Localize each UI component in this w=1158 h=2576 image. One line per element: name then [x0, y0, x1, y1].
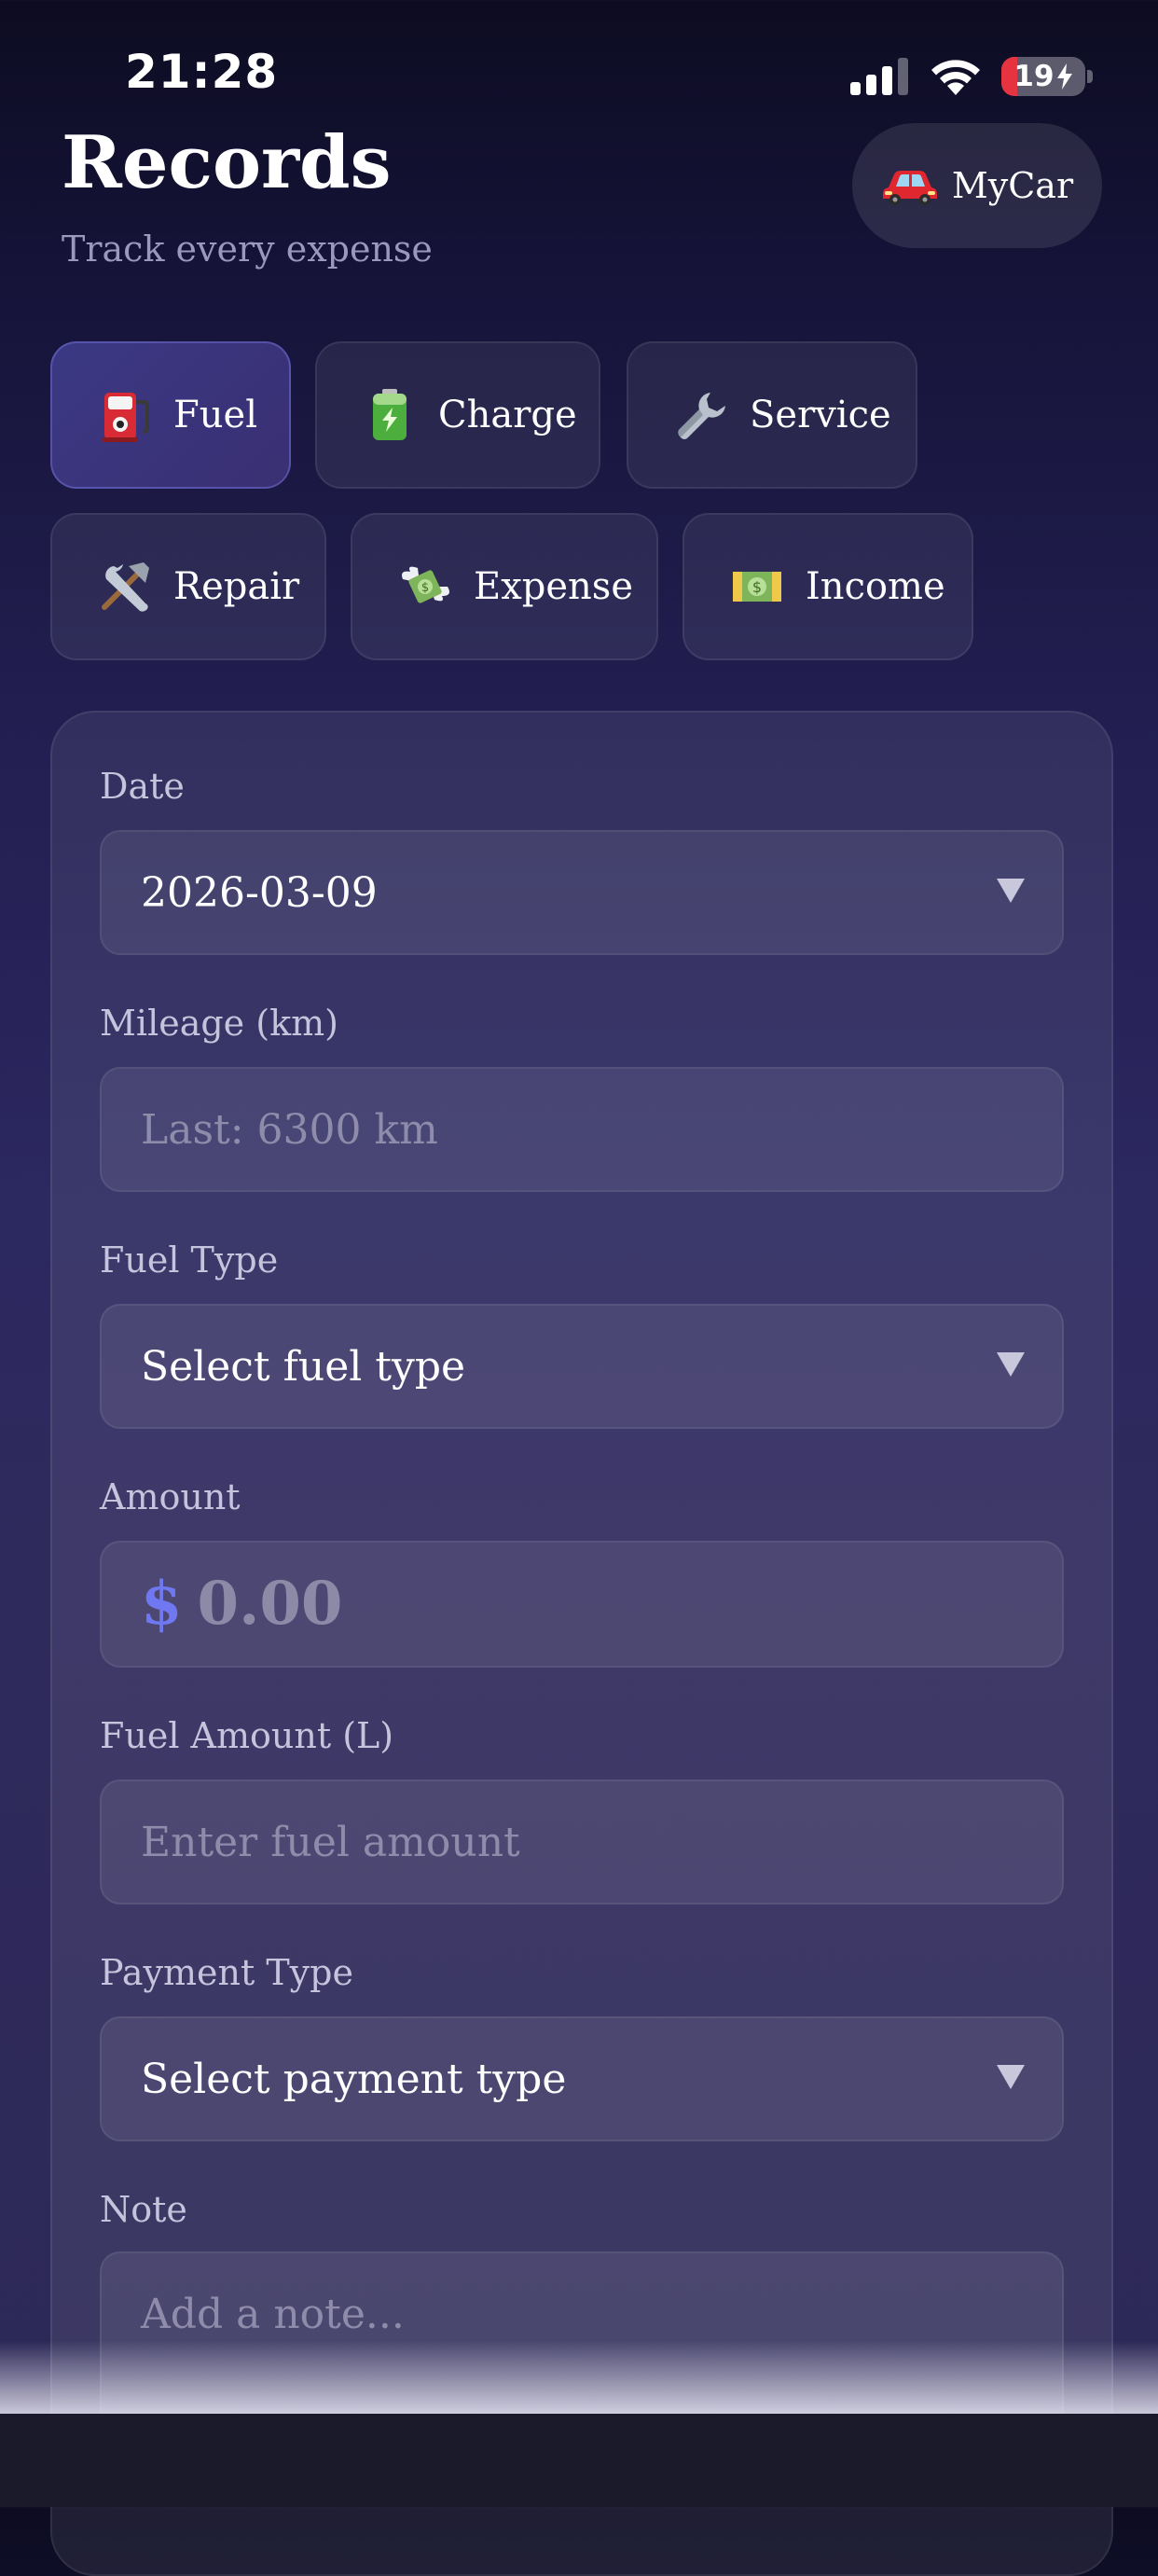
dropdown-triangle-icon [997, 2065, 1025, 2089]
cellular-signal-icon [850, 58, 908, 95]
date-select[interactable]: 2026-03-09 [100, 830, 1064, 955]
status-time: 21:28 [125, 45, 279, 99]
fuel-amount-label: Fuel Amount (L) [100, 1715, 394, 1756]
amount-input[interactable]: $ 0.00 [100, 1541, 1064, 1668]
page-title: Records [62, 120, 392, 205]
category-chip-label: Service [750, 394, 891, 436]
fuel-type-label: Fuel Type [100, 1240, 279, 1281]
money-wings-icon: $ [402, 566, 449, 603]
bottom-bar [0, 2414, 1158, 2507]
fuel-amount-input[interactable]: Enter fuel amount [100, 1780, 1064, 1904]
payment-type-value: Select payment type [141, 2055, 567, 2103]
red-car-icon [882, 171, 937, 205]
category-chip-repair[interactable]: Repair [50, 513, 326, 660]
category-chip-fuel[interactable]: Fuel [50, 341, 291, 489]
category-chip-label: Income [806, 565, 945, 608]
wrench-icon [678, 393, 725, 439]
svg-text:$: $ [752, 578, 762, 596]
bottom-fade [0, 2341, 1158, 2416]
vehicle-label: MyCar [951, 165, 1074, 206]
wifi-icon [931, 60, 980, 95]
battery-indicator: 19 [1001, 57, 1085, 96]
category-chip-income[interactable]: $ Income [682, 513, 973, 660]
note-placeholder: Add a note... [141, 2291, 405, 2338]
category-chip-label: Expense [474, 565, 633, 608]
date-label: Date [100, 766, 185, 807]
banknote-icon: $ [733, 572, 781, 602]
date-value: 2026-03-09 [141, 868, 378, 917]
category-chip-label: Fuel [173, 394, 257, 436]
fuel-amount-placeholder: Enter fuel amount [141, 1818, 520, 1866]
page-subtitle: Track every expense [62, 229, 433, 270]
payment-type-select[interactable]: Select payment type [100, 2016, 1064, 2141]
currency-symbol: $ [141, 1568, 183, 1639]
category-chip-service[interactable]: Service [627, 341, 917, 489]
vehicle-selector-button[interactable]: MyCar [852, 123, 1102, 248]
category-chip-label: Charge [438, 394, 577, 436]
fuel-type-select[interactable]: Select fuel type [100, 1304, 1064, 1429]
hammer-wrench-icon [102, 562, 149, 612]
dropdown-triangle-icon [997, 879, 1025, 903]
mileage-input[interactable]: Last: 6300 km [100, 1067, 1064, 1192]
mileage-label: Mileage (km) [100, 1003, 338, 1044]
charging-bolt-icon [1056, 63, 1072, 90]
payment-type-label: Payment Type [100, 1952, 353, 1993]
amount-label: Amount [100, 1476, 241, 1517]
dropdown-triangle-icon [997, 1352, 1025, 1377]
category-chip-charge[interactable]: Charge [315, 341, 600, 489]
battery-cap [1087, 70, 1093, 83]
battery-level: 19 [1013, 60, 1055, 93]
mileage-placeholder: Last: 6300 km [141, 1105, 438, 1154]
category-chip-label: Repair [173, 565, 300, 608]
category-chip-expense[interactable]: $ Expense [351, 513, 658, 660]
status-bar: 21:28 19 [0, 0, 1158, 140]
fuel-type-value: Select fuel type [141, 1342, 466, 1391]
amount-placeholder: 0.00 [197, 1568, 343, 1639]
note-label: Note [100, 2189, 187, 2230]
fuel-pump-icon [103, 393, 149, 442]
battery-icon [373, 389, 407, 440]
svg-text:$: $ [421, 581, 429, 595]
